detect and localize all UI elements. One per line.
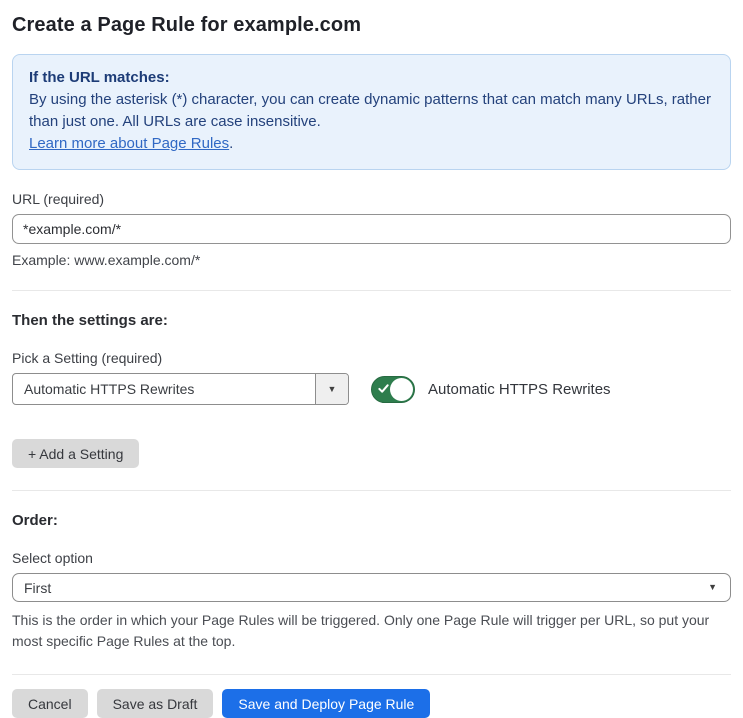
- https-rewrites-toggle[interactable]: [371, 375, 415, 403]
- order-section-heading: Order:: [12, 512, 58, 529]
- info-box-heading: If the URL matches:: [29, 69, 170, 86]
- pick-setting-label: Pick a Setting (required): [12, 350, 163, 366]
- order-helper-text: This is the order in which your Page Rul…: [12, 612, 710, 649]
- info-box-body: By using the asterisk (*) character, you…: [29, 89, 714, 133]
- divider: [12, 490, 731, 491]
- check-icon: [378, 383, 389, 393]
- chevron-down-icon: ▼: [708, 582, 717, 592]
- divider: [12, 674, 731, 675]
- footer-actions: Cancel Save as Draft Save and Deploy Pag…: [12, 689, 731, 718]
- url-helper-text: Example: www.example.com/*: [12, 252, 201, 268]
- divider: [12, 290, 731, 291]
- page-title: Create a Page Rule for example.com: [12, 14, 362, 36]
- save-as-draft-button[interactable]: Save as Draft: [96, 689, 214, 718]
- url-input[interactable]: [12, 214, 731, 244]
- chevron-down-icon: ▼: [327, 383, 337, 394]
- toggle-label: Automatic HTTPS Rewrites: [428, 380, 611, 398]
- order-select-value: First: [24, 579, 52, 596]
- setting-dropdown-arrow-button[interactable]: ▼: [315, 374, 348, 404]
- save-and-deploy-button[interactable]: Save and Deploy Page Rule: [222, 689, 431, 718]
- info-box-body-text: By using the asterisk (*) character, you…: [29, 91, 711, 130]
- url-field-label: URL (required): [12, 191, 105, 207]
- link-suffix: .: [229, 135, 234, 152]
- learn-more-link[interactable]: Learn more about Page Rules: [29, 135, 229, 152]
- page-rule-form: Create a Page Rule for example.com If th…: [0, 14, 743, 718]
- info-box-link-line: Learn more about Page Rules.: [29, 133, 714, 155]
- setting-dropdown[interactable]: Automatic HTTPS Rewrites ▼: [12, 373, 349, 405]
- cancel-button[interactable]: Cancel: [12, 689, 88, 718]
- add-setting-button[interactable]: + Add a Setting: [12, 439, 140, 468]
- setting-dropdown-value: Automatic HTTPS Rewrites: [24, 381, 195, 397]
- order-select[interactable]: First ▼: [12, 573, 731, 602]
- toggle-knob: [390, 377, 413, 401]
- order-select-label: Select option: [12, 550, 93, 566]
- url-match-info-box: If the URL matches: By using the asteris…: [12, 54, 731, 170]
- settings-section-heading: Then the settings are:: [12, 312, 168, 329]
- setting-row: Automatic HTTPS Rewrites ▼ Automatic HTT…: [12, 373, 731, 405]
